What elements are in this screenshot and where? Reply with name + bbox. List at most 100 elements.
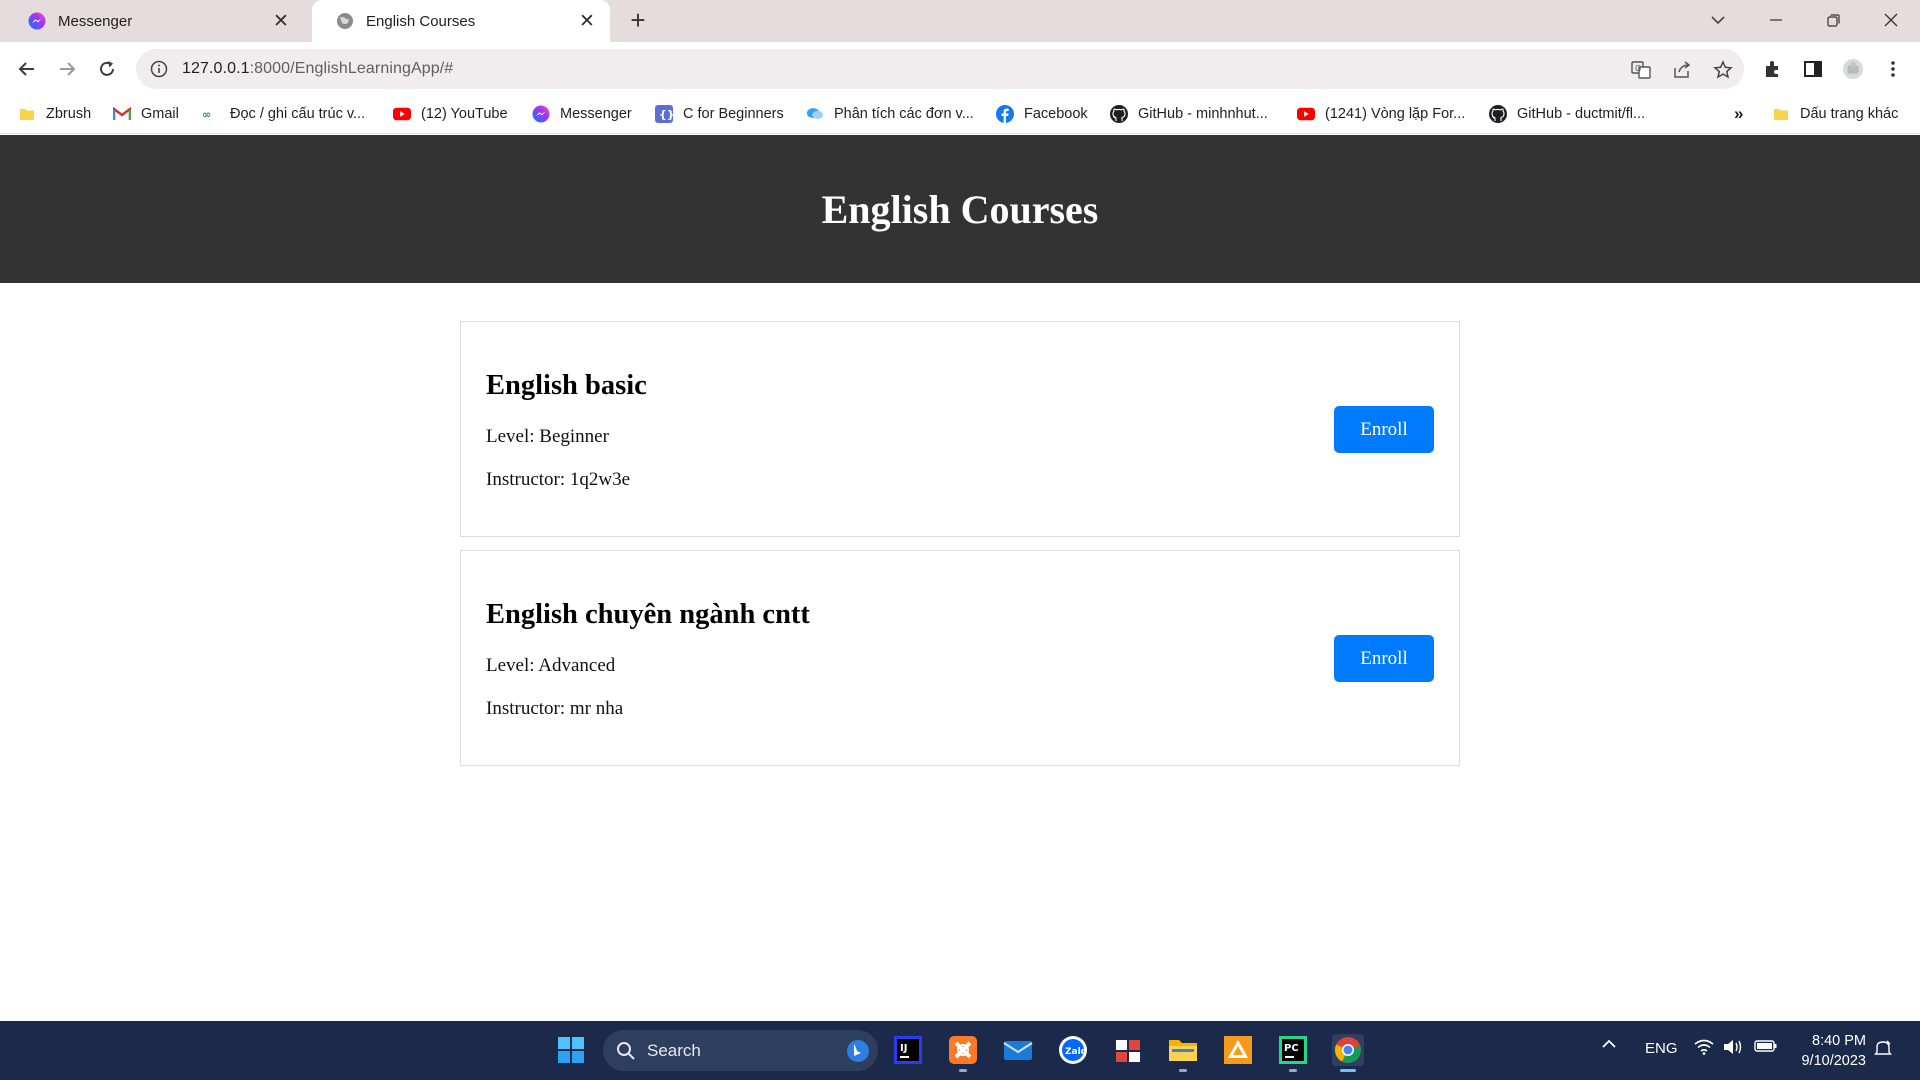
bookmark-item[interactable]: ∞ Đọc / ghi cấu trúc v...: [202, 103, 365, 125]
svg-text:Zalo: Zalo: [1065, 1047, 1087, 1057]
language-indicator[interactable]: ENG: [1645, 1040, 1678, 1057]
bookmark-item[interactable]: GitHub - ductmit/fl...: [1489, 103, 1645, 125]
tray-overflow-chevron-icon[interactable]: [1602, 1039, 1616, 1049]
svg-text:{}: {}: [659, 108, 673, 121]
youtube-icon: [1297, 105, 1315, 123]
bookmark-star-icon[interactable]: [1712, 59, 1734, 81]
clock-date: 9/10/2023: [1801, 1053, 1866, 1069]
tab-title: Messenger: [58, 12, 133, 30]
extensions-icon[interactable]: [1762, 58, 1784, 80]
profile-avatar-icon[interactable]: [1842, 58, 1864, 80]
new-tab-icon[interactable]: +: [624, 7, 652, 35]
taskbar-search[interactable]: Search: [603, 1030, 878, 1071]
volume-icon[interactable]: [1723, 1039, 1743, 1055]
messenger-icon: [28, 12, 46, 30]
close-icon[interactable]: ✕: [270, 10, 292, 32]
bookmark-label: Đọc / ghi cấu trúc v...: [230, 106, 366, 122]
mail-icon[interactable]: [1002, 1034, 1034, 1066]
bookmark-label: Gmail: [141, 106, 179, 122]
chrome-icon[interactable]: [1332, 1034, 1364, 1072]
enroll-button[interactable]: Enroll: [1334, 406, 1434, 453]
svg-text:PC: PC: [1284, 1043, 1299, 1054]
course-instructor: Instructor: 1q2w3e: [486, 469, 631, 490]
enroll-button[interactable]: Enroll: [1334, 635, 1434, 682]
course-card: English chuyên ngành cntt Level: Advance…: [460, 550, 1460, 766]
url-path: :8000/EnglishLearningApp/#: [249, 60, 454, 77]
bookmark-label: (12) YouTube: [421, 106, 508, 122]
github-icon: [1110, 105, 1128, 123]
bookmark-item[interactable]: Zbrush: [18, 103, 91, 125]
running-indicator: [1289, 1069, 1297, 1072]
close-icon[interactable]: ✕: [576, 10, 598, 32]
zalo-icon[interactable]: Zalo: [1057, 1034, 1089, 1066]
battery-icon[interactable]: [1754, 1039, 1778, 1053]
course-title: English basic: [486, 370, 647, 401]
bookmark-item[interactable]: {} C for Beginners: [655, 103, 784, 125]
globe-icon: [336, 12, 354, 30]
folder-icon: [1772, 105, 1790, 123]
system-clock[interactable]: 8:40 PM 9/10/2023: [1801, 1031, 1866, 1071]
browser-toolbar: 127.0.0.1:8000/EnglishLearningApp/# G: [0, 42, 1920, 94]
file-explorer-icon[interactable]: [1167, 1034, 1199, 1072]
pycharm-icon[interactable]: PC: [1277, 1034, 1309, 1072]
running-indicator: [1340, 1069, 1356, 1072]
chat-icon: [806, 105, 824, 123]
course-level: Level: Beginner: [486, 426, 609, 447]
tab-title: English Courses: [366, 12, 476, 30]
restore-icon[interactable]: [1813, 4, 1853, 36]
bookmark-item[interactable]: (12) YouTube: [393, 103, 508, 125]
bookmark-item[interactable]: Gmail: [113, 103, 179, 125]
forward-icon[interactable]: [50, 52, 84, 86]
taskbar: Search IJ Zalo PC ENG 8:40 PM 9/10/2023: [0, 1021, 1920, 1080]
address-bar[interactable]: 127.0.0.1:8000/EnglishLearningApp/# G: [136, 49, 1744, 89]
messenger-icon: [532, 105, 550, 123]
share-icon[interactable]: [1671, 59, 1693, 81]
clock-time: 8:40 PM: [1812, 1033, 1866, 1049]
bing-icon[interactable]: [846, 1039, 870, 1068]
xampp-icon[interactable]: [947, 1034, 979, 1072]
c-icon: {}: [655, 105, 673, 123]
tab-english-courses[interactable]: English Courses ✕: [312, 0, 610, 42]
bookmark-item[interactable]: (1241) Vòng lặp For...: [1297, 103, 1465, 125]
bookmarks-bar: Zbrush Gmail ∞ Đọc / ghi cấu trúc v... (…: [0, 94, 1920, 134]
github-icon: [1489, 105, 1507, 123]
tab-strip: Messenger ✕ English Courses ✕ +: [0, 0, 1920, 42]
site-info-icon[interactable]: [150, 60, 168, 78]
triangle-app-icon[interactable]: [1222, 1034, 1254, 1066]
bookmark-item[interactable]: Facebook: [996, 103, 1088, 125]
bookmark-label: Phân tích các đơn v...: [834, 106, 974, 122]
course-card: English basic Level: Beginner Instructor…: [460, 321, 1460, 537]
svg-text:∞: ∞: [202, 108, 211, 120]
url-host: 127.0.0.1: [182, 60, 250, 77]
more-menu-icon[interactable]: [1882, 58, 1904, 80]
running-indicator: [959, 1069, 967, 1072]
gmail-icon: [113, 105, 131, 123]
translate-icon[interactable]: G: [1630, 59, 1652, 81]
bookmark-label: Dấu trang khác: [1800, 106, 1899, 122]
bookmark-item[interactable]: Messenger: [532, 103, 632, 125]
notifications-icon[interactable]: [1874, 1039, 1892, 1057]
bookmark-item[interactable]: GitHub - minhnhut...: [1110, 103, 1268, 125]
close-window-icon[interactable]: [1871, 4, 1911, 36]
web-page: English Courses English basic Level: Beg…: [0, 135, 1920, 1021]
folder-icon: [18, 105, 36, 123]
minimize-icon[interactable]: [1756, 4, 1796, 36]
tab-search-chevron-icon[interactable]: [1698, 4, 1738, 36]
windows-start-icon[interactable]: [555, 1034, 587, 1066]
other-bookmarks-folder[interactable]: Dấu trang khác: [1772, 103, 1898, 125]
page-title: English Courses: [821, 186, 1099, 232]
side-panel-icon[interactable]: [1802, 58, 1824, 80]
snipping-tool-icon[interactable]: [1112, 1034, 1144, 1066]
url-text: 127.0.0.1:8000/EnglishLearningApp/#: [182, 60, 453, 78]
wifi-icon[interactable]: [1694, 1039, 1714, 1055]
bookmark-item[interactable]: Phân tích các đơn v...: [806, 103, 974, 125]
svg-text:G: G: [1635, 64, 1641, 73]
tab-messenger[interactable]: Messenger ✕: [4, 0, 304, 42]
intellij-icon[interactable]: IJ: [892, 1034, 924, 1066]
back-icon[interactable]: [10, 52, 44, 86]
bookmark-label: C for Beginners: [683, 106, 784, 122]
svg-text:IJ: IJ: [900, 1043, 907, 1054]
bookmark-label: Facebook: [1024, 106, 1088, 122]
reload-icon[interactable]: [90, 52, 124, 86]
bookmarks-overflow-button[interactable]: »: [1734, 103, 1743, 125]
